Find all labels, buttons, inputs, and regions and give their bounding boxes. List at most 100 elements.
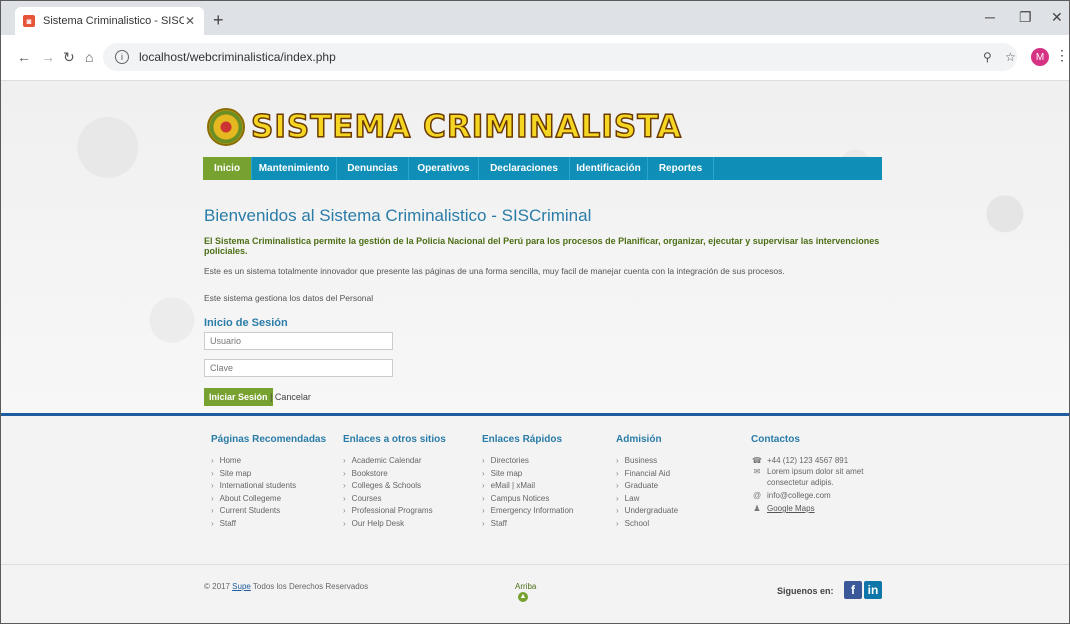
tab-title: Sistema Criminalistico - SISCrimi bbox=[43, 15, 184, 27]
footer-link[interactable]: Professional Programs bbox=[343, 505, 446, 518]
footer-link[interactable]: Colleges & Schools bbox=[343, 480, 446, 493]
star-icon[interactable]: ☆ bbox=[1005, 50, 1016, 64]
close-tab-icon[interactable]: ✕ bbox=[184, 14, 196, 28]
nav-operativos[interactable]: Operativos bbox=[409, 157, 479, 180]
restore-icon[interactable]: ❐ bbox=[1019, 9, 1032, 26]
footer-link[interactable]: Courses bbox=[343, 493, 446, 506]
home-icon[interactable]: ⌂ bbox=[85, 49, 93, 65]
back-to-top[interactable]: Arriba▲ bbox=[515, 582, 536, 602]
footer-col-title: Páginas Recomendadas bbox=[211, 434, 327, 445]
contact-address2: consectetur adipis. bbox=[751, 477, 863, 488]
footer-link[interactable]: About Collegeme bbox=[211, 493, 326, 506]
favicon-icon: ◙ bbox=[23, 15, 35, 27]
tab-bar: ◙ Sistema Criminalistico - SISCrimi ✕ + … bbox=[1, 1, 1069, 35]
footer-link[interactable]: Campus Notices bbox=[482, 493, 573, 506]
description-text: Este es un sistema totalmente innovador … bbox=[204, 266, 785, 276]
at-icon: @ bbox=[752, 491, 762, 500]
footer-link[interactable]: Emergency Information bbox=[482, 505, 574, 518]
browser-tab[interactable]: ◙ Sistema Criminalistico - SISCrimi ✕ bbox=[15, 7, 204, 35]
page-title: Bienvenidos al Sistema Criminalistico - … bbox=[204, 206, 592, 225]
copyright-year: © 2017 bbox=[204, 582, 230, 591]
footer-link[interactable]: Directories bbox=[482, 455, 573, 468]
footer-link[interactable]: Undergraduate bbox=[616, 505, 678, 518]
footer-link[interactable]: Graduate bbox=[616, 480, 678, 493]
police-seal-icon bbox=[207, 108, 245, 146]
contact-email: @ info@college.com bbox=[751, 490, 863, 501]
password-input[interactable] bbox=[204, 359, 393, 377]
profile-avatar[interactable]: M bbox=[1031, 48, 1049, 66]
address-bar-area: ← → ↻ ⌂ i localhost/webcriminalistica/in… bbox=[1, 35, 1069, 81]
copyright-text: Todos los Derechos Reservados bbox=[252, 582, 369, 591]
cancel-link[interactable]: | Cancelar bbox=[270, 392, 311, 402]
footer-link[interactable]: eMail | xMail bbox=[482, 480, 573, 493]
linkedin-icon[interactable]: in bbox=[864, 581, 882, 599]
info-icon[interactable]: i bbox=[115, 50, 129, 64]
follow-label: Siguenos en: bbox=[777, 586, 834, 596]
google-maps-link[interactable]: Google Maps bbox=[767, 503, 815, 514]
footer-col-admision: Admisión Business Financial Aid Graduate… bbox=[616, 434, 678, 531]
footer-col-otros-sitios: Enlaces a otros sitios Academic Calendar… bbox=[343, 434, 446, 531]
minimize-icon[interactable]: ─ bbox=[985, 9, 995, 25]
footer-link[interactable]: Current Students bbox=[211, 505, 326, 518]
logo-text: SISTEMA CRIMINALISTA bbox=[250, 108, 682, 146]
contact-address: ✉ Lorem ipsum dolor sit amet bbox=[751, 466, 864, 477]
footer-col-rapidos: Enlaces Rápidos Directories Site map eMa… bbox=[482, 434, 573, 531]
phone-icon: ☎ bbox=[752, 456, 762, 465]
footer-link[interactable]: Home bbox=[211, 455, 326, 468]
username-input[interactable] bbox=[204, 332, 393, 350]
footer-link[interactable]: Law bbox=[616, 493, 678, 506]
footer-link[interactable]: Staff bbox=[482, 518, 573, 531]
site-logo[interactable]: SISTEMA CRIMINALISTA bbox=[207, 108, 682, 146]
nav-inicio[interactable]: Inicio bbox=[203, 157, 252, 180]
mail-icon: ✉ bbox=[753, 467, 761, 476]
footer-link[interactable]: Site map bbox=[482, 468, 573, 481]
footer-link[interactable]: Academic Calendar bbox=[343, 455, 446, 468]
reload-icon[interactable]: ↻ bbox=[63, 49, 75, 66]
main-nav: Inicio Mantenimiento Denuncias Operativo… bbox=[203, 157, 882, 180]
footer-link[interactable]: International students bbox=[211, 480, 326, 493]
address-line2: consectetur adipis. bbox=[767, 478, 834, 487]
footer-link[interactable]: Staff bbox=[211, 518, 326, 531]
map-pin-icon: ♟ bbox=[753, 504, 761, 513]
footer-link[interactable]: Our Help Desk bbox=[343, 518, 446, 531]
address-line1: Lorem ipsum dolor sit amet bbox=[767, 467, 864, 476]
email-text[interactable]: info@college.com bbox=[767, 490, 831, 501]
footer-link[interactable]: Financial Aid bbox=[616, 468, 678, 481]
login-button[interactable]: Iniciar Sesión bbox=[204, 388, 273, 406]
copyright-link[interactable]: Supe bbox=[232, 582, 251, 591]
footer-link[interactable]: Site map bbox=[211, 468, 326, 481]
contact-maps: ♟ Google Maps bbox=[751, 503, 863, 514]
phone-text: +44 (12) 123 4567 891 bbox=[767, 456, 849, 465]
url-host: localhost bbox=[139, 50, 187, 64]
close-window-icon[interactable]: ✕ bbox=[1051, 9, 1063, 26]
footer-link[interactable]: School bbox=[616, 518, 678, 531]
footer-link[interactable]: Bookstore bbox=[343, 468, 446, 481]
footer-col-title: Admisión bbox=[616, 434, 662, 445]
forward-icon[interactable]: → bbox=[41, 49, 55, 65]
nav-declaraciones[interactable]: Declaraciones bbox=[479, 157, 570, 180]
url-path: /webcriminalistica/index.php bbox=[186, 50, 336, 64]
url-field[interactable]: i localhost/webcriminalistica/index.php bbox=[103, 43, 1017, 71]
footer-col-title: Contactos bbox=[751, 434, 800, 445]
arrow-up-icon: ▲ bbox=[518, 592, 528, 602]
nav-reportes[interactable]: Reportes bbox=[648, 157, 714, 180]
back-icon[interactable]: ← bbox=[17, 49, 31, 65]
menu-icon[interactable]: ⋮ bbox=[1055, 47, 1069, 64]
nav-denuncias[interactable]: Denuncias bbox=[337, 157, 409, 180]
login-title: Inicio de Sesión bbox=[204, 317, 288, 329]
copyright: © 2017 Supe Todos los Derechos Reservado… bbox=[204, 582, 536, 602]
footer-col-contactos: Contactos ☎ +44 (12) 123 4567 891 ✉ Lorem … bbox=[751, 434, 863, 514]
nav-identificacion[interactable]: Identificación bbox=[570, 157, 648, 180]
footer-col-recomendadas: Páginas Recomendadas Home Site map Inter… bbox=[211, 434, 326, 531]
facebook-icon[interactable]: f bbox=[844, 581, 862, 599]
personal-text: Este sistema gestiona los datos del Pers… bbox=[204, 293, 374, 303]
contact-phone: ☎ +44 (12) 123 4567 891 bbox=[751, 455, 863, 466]
intro-text: El Sistema Criminalistica permite la ges… bbox=[204, 236, 880, 256]
footer-col-title: Enlaces a otros sitios bbox=[343, 434, 446, 445]
new-tab-icon[interactable]: + bbox=[213, 10, 224, 31]
zoom-icon[interactable]: ⚲ bbox=[983, 50, 992, 64]
footer-link[interactable]: Business bbox=[616, 455, 678, 468]
footer-col-title: Enlaces Rápidos bbox=[482, 434, 563, 445]
nav-mantenimiento[interactable]: Mantenimiento bbox=[252, 157, 337, 180]
